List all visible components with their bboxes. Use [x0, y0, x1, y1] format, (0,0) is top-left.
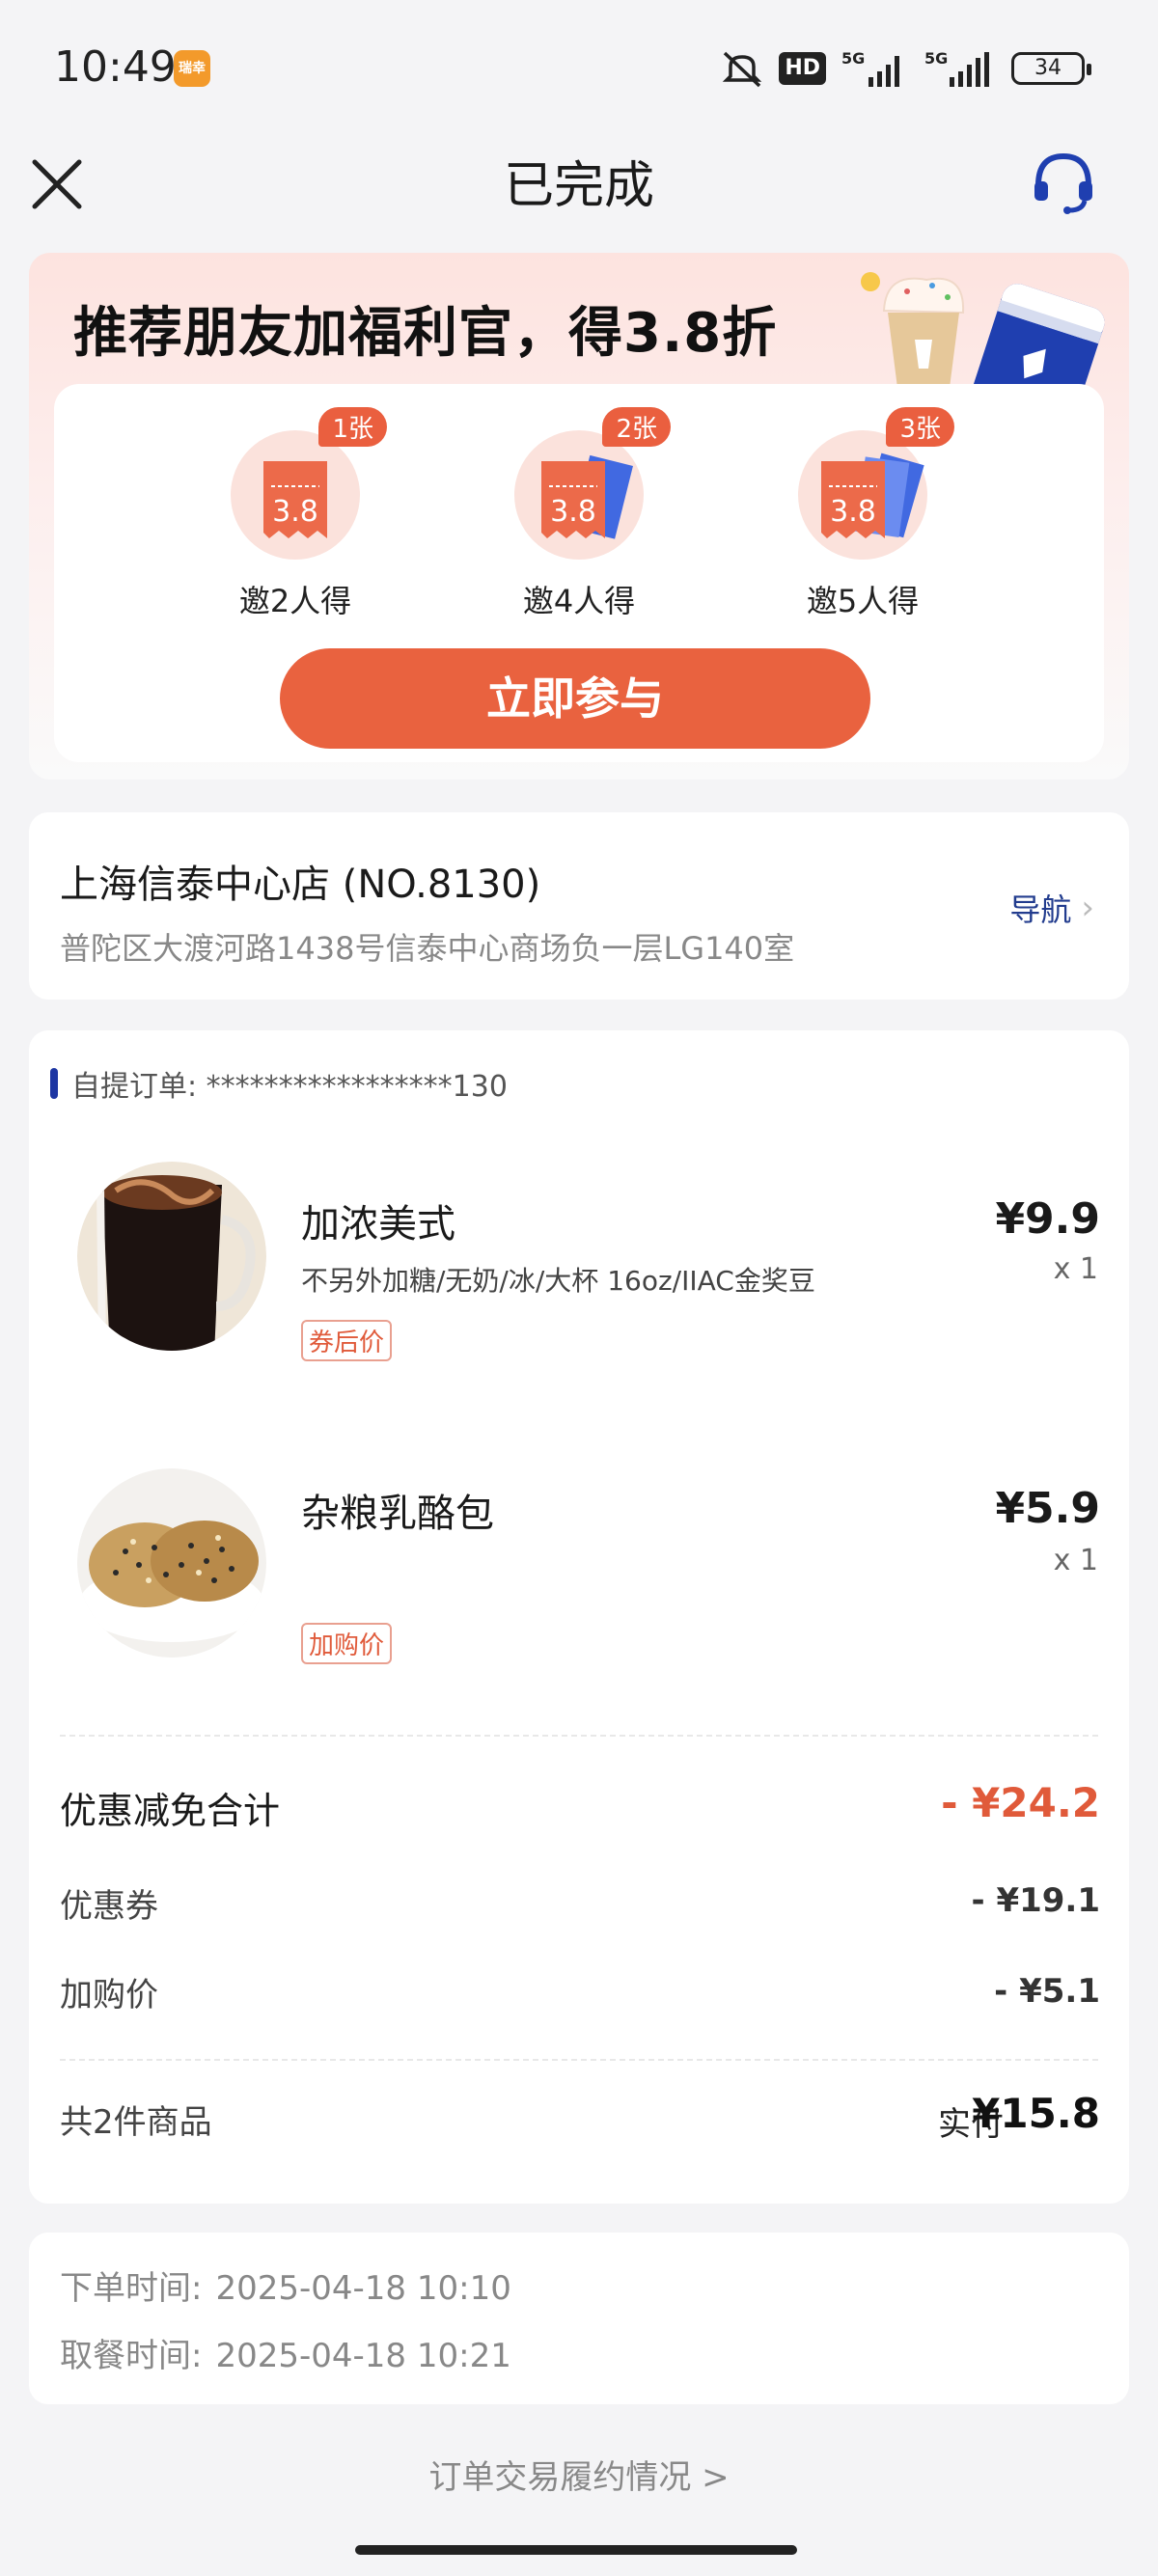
item-quantity: x 1: [1053, 1544, 1098, 1577]
signal-5g-icon: 5G: [924, 48, 996, 89]
coupon-value: - ¥19.1: [971, 1881, 1101, 1920]
navigation-link[interactable]: 导航 ›: [1009, 886, 1094, 930]
item-count: 共2件商品: [60, 2103, 212, 2142]
status-bar: 10:49 瑞幸 HD 5G 5G 34: [0, 0, 1158, 135]
coupon-icon: 3.8 1张: [231, 407, 387, 560]
divider: [60, 2059, 1098, 2061]
coupon-label: 优惠券: [60, 1887, 158, 1926]
chevron-right-icon: ›: [1081, 889, 1094, 927]
tier-badge: 2张: [602, 407, 671, 447]
coupon-value: 3.8: [550, 495, 596, 529]
status-icons: HD 5G 5G 34: [721, 48, 1091, 89]
store-address: 普陀区大渡河路1438号信泰中心商场负一层LG140室: [60, 930, 795, 967]
page-title: 已完成: [503, 157, 654, 215]
divider: [60, 1735, 1098, 1737]
pickup-time-row: 取餐时间: 2025-04-18 10:21: [60, 2329, 525, 2376]
battery-icon: 34: [1011, 52, 1091, 85]
coupon-icon: 3.8 2张: [514, 407, 671, 560]
nav-bar: 已完成: [0, 135, 1158, 260]
signal-5g-icon: 5G: [841, 48, 909, 89]
item-name: 杂粮乳酪包: [301, 1492, 494, 1536]
status-time: 10:49: [54, 42, 177, 92]
mute-icon: [721, 49, 763, 88]
item-price: ¥9.9: [995, 1194, 1100, 1244]
tier-badge: 3张: [886, 407, 954, 447]
tier-2: 3.8 2张 邀4人得: [473, 407, 685, 621]
promo-title: 推荐朋友加福利官，得3.8折: [73, 302, 778, 365]
item-price-tag: 加购价: [301, 1623, 393, 1664]
navigation-label: 导航: [1009, 891, 1072, 928]
customer-service-icon[interactable]: [1027, 145, 1100, 218]
pickup-time-value: 2025-04-18 10:21: [215, 2337, 511, 2375]
coffee-image: [77, 1162, 266, 1351]
tier-label: 邀5人得: [806, 583, 920, 619]
tier-label: 邀4人得: [522, 583, 636, 619]
coupon-value: 3.8: [830, 495, 876, 529]
item-spec: 不另外加糖/无奶/冰/大杯 16oz/IIAC金奖豆: [301, 1265, 815, 1297]
item-name: 加浓美式: [301, 1202, 455, 1247]
hd-icon: HD: [779, 52, 826, 85]
join-now-button[interactable]: 立即参与: [280, 648, 870, 749]
tier-3: 3.8 3张 邀5人得: [757, 407, 969, 621]
tier-label: 邀2人得: [238, 583, 352, 619]
item-quantity: x 1: [1053, 1252, 1098, 1286]
order-time-card: 下单时间: 2025-04-18 10:10 取餐时间: 2025-04-18 10…: [29, 2233, 1129, 2404]
discount-total-value: - ¥24.2: [941, 1779, 1100, 1826]
paid-amount: ¥15.8: [972, 2090, 1100, 2137]
addon-value: - ¥5.1: [994, 1972, 1100, 2011]
item-price: ¥5.9: [995, 1484, 1100, 1533]
tier-1: 3.8 1张 邀2人得: [189, 407, 401, 621]
order-time-label: 下单时间:: [60, 2269, 203, 2308]
store-card: 上海信泰中心店 (NO.8130) 普陀区大渡河路1438号信泰中心商场负一层L…: [29, 812, 1129, 1000]
order-number: 自提订单: *****************130: [71, 1070, 508, 1104]
item-price-tag: 券后价: [301, 1320, 393, 1361]
home-indicator[interactable]: [355, 2545, 797, 2555]
section-marker: [50, 1068, 58, 1099]
order-time-value: 2025-04-18 10:10: [215, 2269, 511, 2308]
svg-text:5G: 5G: [841, 49, 865, 68]
order-header: 自提订单: *****************130: [50, 1067, 508, 1104]
store-name: 上海信泰中心店 (NO.8130): [60, 863, 541, 907]
fulfillment-link[interactable]: 订单交易履约情况 >: [0, 2451, 1158, 2498]
pickup-time-label: 取餐时间:: [60, 2337, 203, 2375]
order-card: 自提订单: *****************130 加浓美式 不另外加糖/无奶…: [29, 1030, 1129, 2204]
bread-image: [77, 1468, 266, 1658]
app-notification-icon: 瑞幸: [174, 50, 210, 87]
addon-label: 加购价: [60, 1976, 158, 2014]
coupon-value: 3.8: [272, 495, 318, 529]
coupon-icon: 3.8 3张: [798, 407, 954, 560]
tier-badge: 1张: [318, 407, 387, 447]
discount-total-label: 优惠减免合计: [60, 1790, 281, 1832]
order-time-row: 下单时间: 2025-04-18 10:10: [60, 2261, 525, 2309]
svg-text:5G: 5G: [924, 49, 948, 68]
